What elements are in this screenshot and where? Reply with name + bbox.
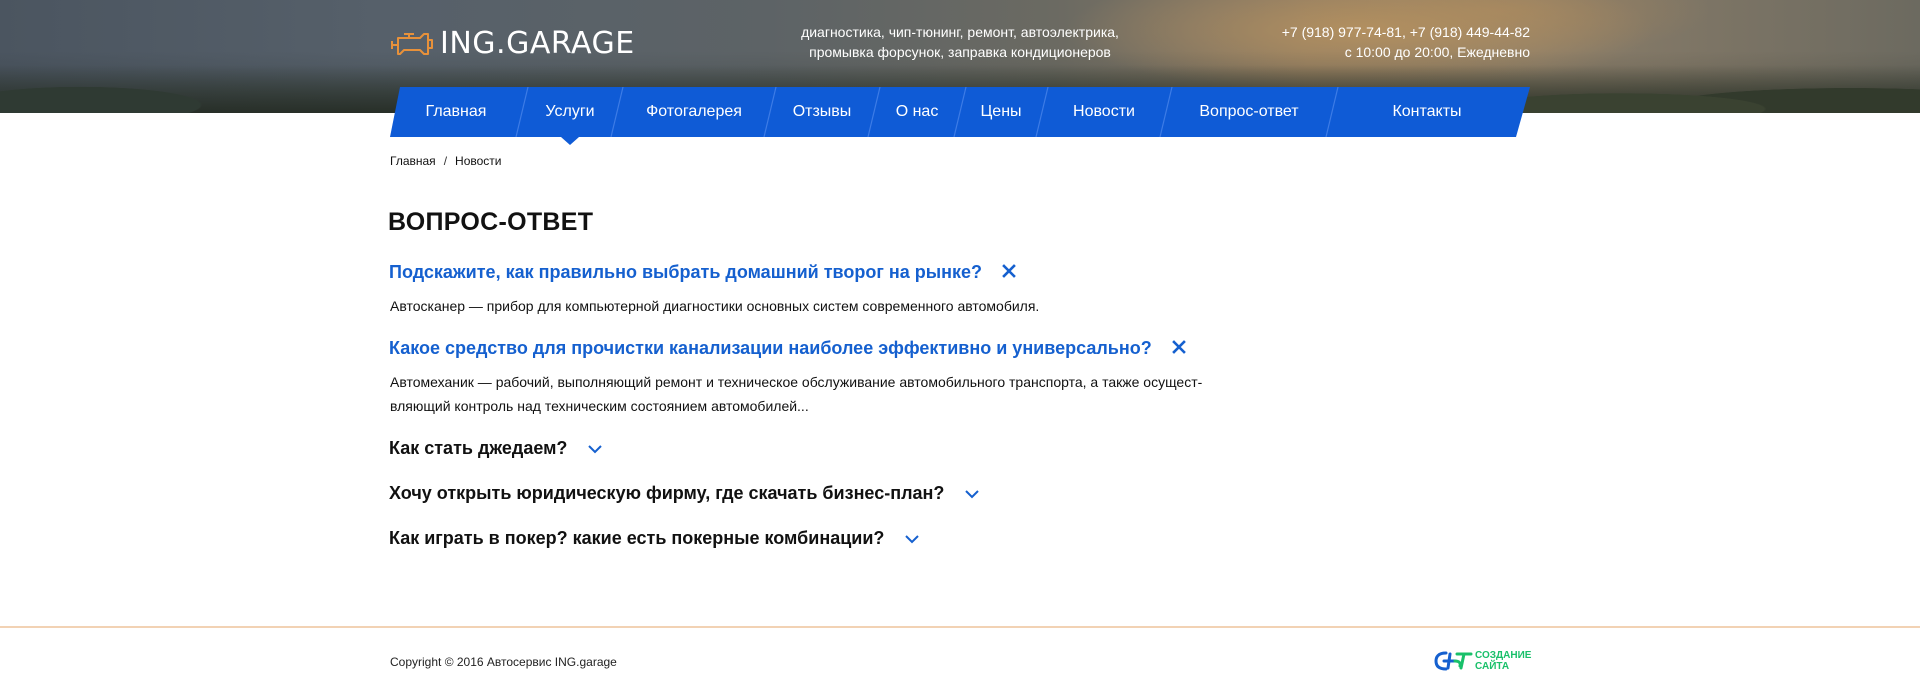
breadcrumb-home[interactable]: Главная xyxy=(390,154,436,168)
faq-question-text: Хочу открыть юридическую фирму, где скач… xyxy=(389,483,945,503)
faq-question-5[interactable]: Как играть в покер? какие есть покерные … xyxy=(389,528,920,549)
developer-text: СОЗДАНИЕ САЙТА xyxy=(1475,650,1531,672)
faq-question-2[interactable]: Какое средство для прочистки канализации… xyxy=(389,338,1186,359)
faq-answer-2: Автомеханик — рабочий, выполняющий ремон… xyxy=(390,370,1240,418)
nav-item-contacts[interactable]: Контакты xyxy=(1332,87,1522,137)
developer-badge[interactable]: СОЗДАНИЕ САЙТА xyxy=(1433,648,1531,674)
nav-item-services[interactable]: Услуги xyxy=(522,87,618,137)
nav-item-about[interactable]: О нас xyxy=(874,87,960,137)
chevron-down-icon[interactable] xyxy=(964,483,980,504)
faq-question-4[interactable]: Хочу открыть юридическую фирму, где скач… xyxy=(389,483,980,504)
faq-question-text: Какое средство для прочистки канализации… xyxy=(389,338,1152,358)
tagline-line-2: промывка форсунок, заправка кондиционеро… xyxy=(809,44,1111,60)
nav-item-home[interactable]: Главная xyxy=(390,87,522,137)
page-title: ВОПРОС-ОТВЕТ xyxy=(388,208,594,236)
main-navigation: Главная Услуги Фотогалерея Отзывы О нас … xyxy=(390,87,1530,145)
nav-item-reviews[interactable]: Отзывы xyxy=(770,87,874,137)
breadcrumb-current: Новости xyxy=(455,154,502,168)
site-logo[interactable]: ING.GARAGE xyxy=(390,27,635,61)
faq-answer-line-1: Автомеханик — рабочий, выполняющий ремон… xyxy=(390,374,1203,390)
header-tagline: диагностика, чип-тюнинг, ремонт, автоэле… xyxy=(740,22,1180,62)
faq-answer-line-2: вляющий контроль над техническим состоян… xyxy=(390,398,809,414)
close-x-icon[interactable] xyxy=(1002,262,1016,283)
faq-question-text: Подскажите, как правильно выбрать домашн… xyxy=(389,262,982,282)
developer-logo-icon xyxy=(1434,651,1473,671)
close-x-icon[interactable] xyxy=(1171,338,1186,359)
breadcrumb: Главная / Новости xyxy=(390,154,501,168)
chevron-down-icon[interactable] xyxy=(587,438,603,459)
developer-text-line-1: СОЗДАНИЕ xyxy=(1475,650,1532,661)
nav-item-faq[interactable]: Вопрос-ответ xyxy=(1166,87,1332,137)
footer-divider xyxy=(0,626,1920,628)
footer-copyright: Copyright © 2016 Автосервис ING.garage xyxy=(390,655,617,669)
active-nav-indicator xyxy=(561,137,579,145)
faq-question-3[interactable]: Как стать джедаем? xyxy=(389,438,603,459)
breadcrumb-separator: / xyxy=(443,154,448,168)
faq-question-text: Как играть в покер? какие есть покерные … xyxy=(389,528,885,548)
chevron-down-icon[interactable] xyxy=(904,528,920,549)
faq-question-1[interactable]: Подскажите, как правильно выбрать домашн… xyxy=(389,262,1016,283)
nav-item-prices[interactable]: Цены xyxy=(960,87,1042,137)
nav-item-news[interactable]: Новости xyxy=(1042,87,1166,137)
logo-text: ING.GARAGE xyxy=(440,26,635,61)
faq-answer-1: Автосканер — прибор для компьютерной диа… xyxy=(390,294,1240,318)
header-contacts: +7 (918) 977-74-81, +7 (918) 449-44-82 с… xyxy=(1210,22,1530,62)
faq-answer-text: Автосканер — прибор для компьютерной диа… xyxy=(390,298,1040,314)
tagline-line-1: диагностика, чип-тюнинг, ремонт, автоэле… xyxy=(801,24,1119,40)
faq-question-text: Как стать джедаем? xyxy=(389,438,568,458)
nav-item-gallery[interactable]: Фотогалерея xyxy=(618,87,770,137)
engine-icon xyxy=(391,33,433,55)
phone-numbers[interactable]: +7 (918) 977-74-81, +7 (918) 449-44-82 xyxy=(1210,22,1530,42)
working-hours: с 10:00 до 20:00, Ежедневно xyxy=(1344,44,1530,60)
developer-text-line-2: САЙТА xyxy=(1475,661,1510,672)
